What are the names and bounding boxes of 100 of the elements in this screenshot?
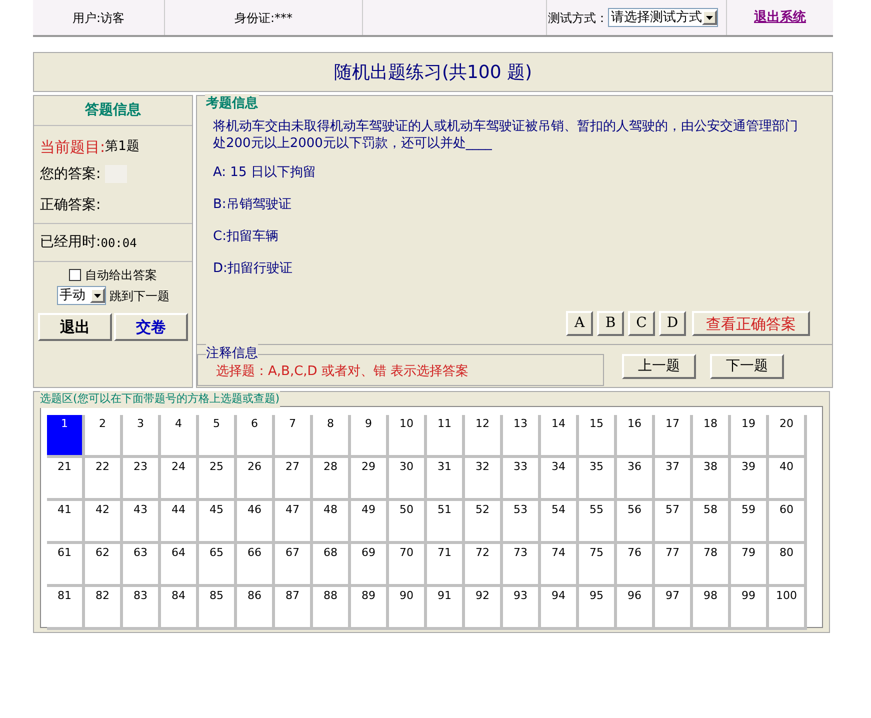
question-number-cell[interactable]: 50	[389, 501, 427, 544]
question-number-cell[interactable]: 13	[503, 415, 541, 458]
question-number-cell[interactable]: 70	[389, 544, 427, 587]
question-number-cell[interactable]: 41	[47, 501, 85, 544]
question-number-cell[interactable]: 86	[237, 587, 275, 630]
show-answer-button[interactable]: 查看正确答案	[692, 311, 810, 336]
question-number-cell[interactable]: 78	[693, 544, 731, 587]
answer-choice-button[interactable]: B	[597, 311, 624, 336]
question-number-cell[interactable]: 40	[769, 458, 807, 501]
question-number-cell[interactable]: 2	[85, 415, 123, 458]
question-number-cell[interactable]: 84	[161, 587, 199, 630]
question-number-cell[interactable]: 77	[655, 544, 693, 587]
answer-choice-button[interactable]: D	[659, 311, 686, 336]
question-number-cell[interactable]: 4	[161, 415, 199, 458]
question-number-cell[interactable]: 47	[275, 501, 313, 544]
question-number-cell[interactable]: 90	[389, 587, 427, 630]
question-number-cell[interactable]: 60	[769, 501, 807, 544]
question-number-cell[interactable]: 38	[693, 458, 731, 501]
question-number-cell[interactable]: 25	[199, 458, 237, 501]
question-number-cell[interactable]: 48	[313, 501, 351, 544]
question-number-cell[interactable]: 53	[503, 501, 541, 544]
question-number-cell[interactable]: 75	[579, 544, 617, 587]
question-number-cell[interactable]: 45	[199, 501, 237, 544]
question-number-cell[interactable]: 17	[655, 415, 693, 458]
submit-button[interactable]: 交卷	[114, 313, 188, 341]
question-number-cell[interactable]: 83	[123, 587, 161, 630]
next-question-button[interactable]: 下一题	[710, 354, 784, 378]
question-number-cell[interactable]: 80	[769, 544, 807, 587]
question-number-cell[interactable]: 19	[731, 415, 769, 458]
question-number-cell[interactable]: 79	[731, 544, 769, 587]
question-number-cell[interactable]: 67	[275, 544, 313, 587]
question-number-cell[interactable]: 6	[237, 415, 275, 458]
previous-question-button[interactable]: 上一题	[622, 354, 696, 378]
question-number-cell[interactable]: 94	[541, 587, 579, 630]
question-number-cell[interactable]: 21	[47, 458, 85, 501]
question-number-cell[interactable]: 62	[85, 544, 123, 587]
dropdown-caret-icon[interactable]	[90, 288, 104, 303]
question-number-cell[interactable]: 61	[47, 544, 85, 587]
question-number-cell[interactable]: 92	[465, 587, 503, 630]
question-number-cell[interactable]: 1	[47, 415, 85, 458]
question-number-cell[interactable]: 72	[465, 544, 503, 587]
question-number-cell[interactable]: 7	[275, 415, 313, 458]
question-number-cell[interactable]: 10	[389, 415, 427, 458]
question-number-cell[interactable]: 33	[503, 458, 541, 501]
question-number-cell[interactable]: 99	[731, 587, 769, 630]
exit-button[interactable]: 退出	[38, 313, 112, 341]
question-number-cell[interactable]: 44	[161, 501, 199, 544]
question-number-cell[interactable]: 64	[161, 544, 199, 587]
question-number-cell[interactable]: 74	[541, 544, 579, 587]
logout-link[interactable]: 退出系统	[754, 8, 806, 28]
question-number-cell[interactable]: 87	[275, 587, 313, 630]
question-number-cell[interactable]: 26	[237, 458, 275, 501]
question-number-cell[interactable]: 76	[617, 544, 655, 587]
question-number-cell[interactable]: 35	[579, 458, 617, 501]
question-number-cell[interactable]: 31	[427, 458, 465, 501]
question-number-cell[interactable]: 27	[275, 458, 313, 501]
question-number-cell[interactable]: 36	[617, 458, 655, 501]
question-number-cell[interactable]: 82	[85, 587, 123, 630]
question-number-cell[interactable]: 29	[351, 458, 389, 501]
question-number-cell[interactable]: 46	[237, 501, 275, 544]
question-number-cell[interactable]: 43	[123, 501, 161, 544]
question-number-cell[interactable]: 37	[655, 458, 693, 501]
question-number-cell[interactable]: 88	[313, 587, 351, 630]
question-number-cell[interactable]: 93	[503, 587, 541, 630]
question-number-cell[interactable]: 89	[351, 587, 389, 630]
question-number-cell[interactable]: 55	[579, 501, 617, 544]
question-number-cell[interactable]: 12	[465, 415, 503, 458]
question-number-cell[interactable]: 24	[161, 458, 199, 501]
question-number-cell[interactable]: 52	[465, 501, 503, 544]
question-number-cell[interactable]: 91	[427, 587, 465, 630]
question-number-cell[interactable]: 20	[769, 415, 807, 458]
answer-choice-button[interactable]: A	[566, 311, 593, 336]
question-number-cell[interactable]: 14	[541, 415, 579, 458]
question-number-cell[interactable]: 85	[199, 587, 237, 630]
answer-choice-button[interactable]: C	[628, 311, 655, 336]
question-number-cell[interactable]: 32	[465, 458, 503, 501]
question-number-cell[interactable]: 95	[579, 587, 617, 630]
question-number-cell[interactable]: 56	[617, 501, 655, 544]
question-number-cell[interactable]: 58	[693, 501, 731, 544]
question-number-cell[interactable]: 11	[427, 415, 465, 458]
question-number-cell[interactable]: 49	[351, 501, 389, 544]
question-number-cell[interactable]: 69	[351, 544, 389, 587]
question-number-cell[interactable]: 34	[541, 458, 579, 501]
question-number-cell[interactable]: 51	[427, 501, 465, 544]
question-number-cell[interactable]: 30	[389, 458, 427, 501]
question-number-cell[interactable]: 57	[655, 501, 693, 544]
auto-answer-checkbox[interactable]	[69, 269, 81, 281]
question-number-cell[interactable]: 3	[123, 415, 161, 458]
test-mode-select[interactable]: 请选择测试方式	[608, 8, 718, 27]
question-number-cell[interactable]: 15	[579, 415, 617, 458]
question-number-cell[interactable]: 23	[123, 458, 161, 501]
question-number-cell[interactable]: 73	[503, 544, 541, 587]
question-number-cell[interactable]: 39	[731, 458, 769, 501]
question-number-cell[interactable]: 16	[617, 415, 655, 458]
question-number-cell[interactable]: 9	[351, 415, 389, 458]
question-number-cell[interactable]: 18	[693, 415, 731, 458]
question-number-cell[interactable]: 81	[47, 587, 85, 630]
question-number-cell[interactable]: 98	[693, 587, 731, 630]
question-number-cell[interactable]: 42	[85, 501, 123, 544]
question-number-cell[interactable]: 97	[655, 587, 693, 630]
